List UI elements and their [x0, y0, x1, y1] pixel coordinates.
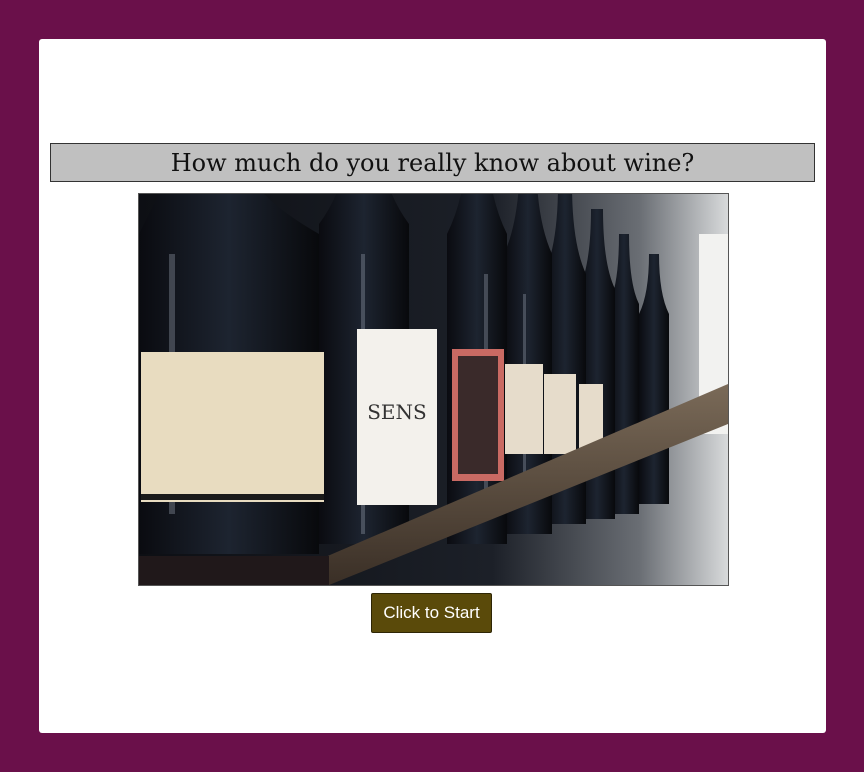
- start-quiz-button[interactable]: Click to Start: [371, 593, 492, 633]
- quiz-card: How much do you really know about wine?: [39, 39, 826, 733]
- quiz-title: How much do you really know about wine?: [50, 143, 815, 182]
- bottle-label-text: SENS: [367, 400, 427, 424]
- wine-bottles-image: SENS: [138, 193, 729, 586]
